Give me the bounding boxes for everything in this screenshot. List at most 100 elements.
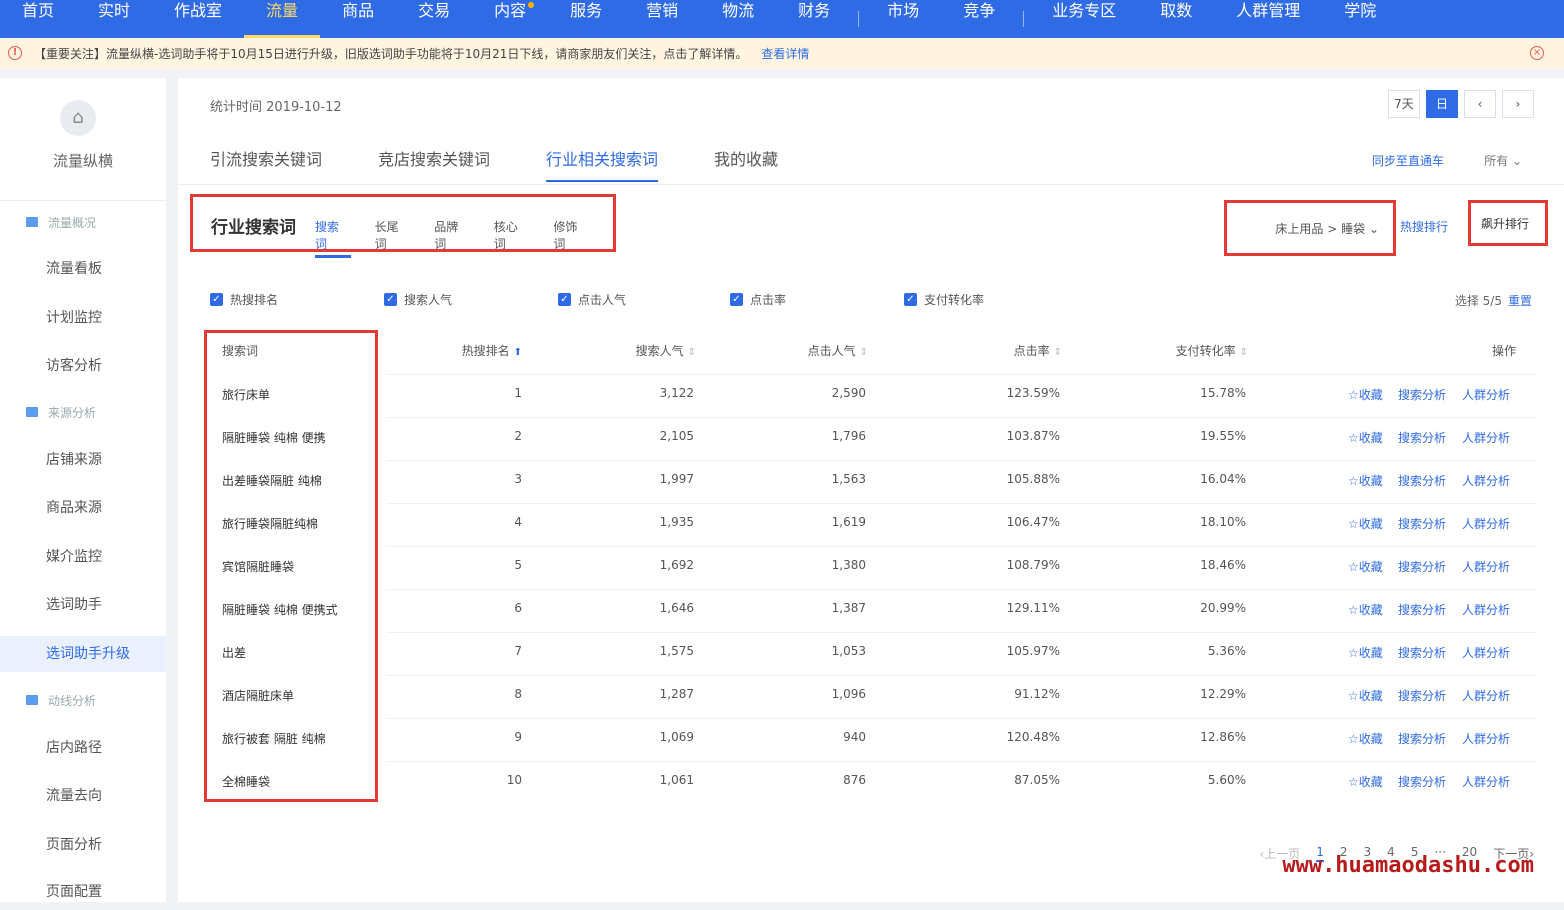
col-header-5[interactable]: 支付转化率⇕ xyxy=(1128,342,1248,359)
crowd-analysis-action[interactable]: 人群分析 xyxy=(1462,730,1510,747)
crowd-analysis-action[interactable]: 人群分析 xyxy=(1462,472,1510,489)
sidebar-item-6[interactable]: 商品来源 xyxy=(0,490,166,526)
nav-item-4[interactable]: 商品 xyxy=(320,0,396,38)
range-7d-button[interactable]: 7天 xyxy=(1388,90,1420,118)
sidebar-item-9[interactable]: 选词助手升级 xyxy=(0,636,166,672)
nav-item-8[interactable]: 营销 xyxy=(624,0,700,38)
favorite-action[interactable]: ☆收藏 xyxy=(1348,515,1383,532)
nav-item-14[interactable]: 取数 xyxy=(1138,0,1214,38)
keyword-cell[interactable]: 隔脏睡袋 纯棉 便携 xyxy=(222,429,326,446)
search-analysis-action[interactable]: 搜索分析 xyxy=(1398,472,1446,489)
keyword-cell[interactable]: 隔脏睡袋 纯棉 便携式 xyxy=(222,601,338,618)
range-day-button[interactable]: 日 xyxy=(1426,90,1458,118)
nav-item-5[interactable]: 交易 xyxy=(396,0,472,38)
nav-item-7[interactable]: 服务 xyxy=(548,0,624,38)
keyword-cell[interactable]: 全棉睡袋 xyxy=(222,773,270,790)
favorite-action[interactable]: ☆收藏 xyxy=(1348,644,1383,661)
crowd-analysis-action[interactable]: 人群分析 xyxy=(1462,687,1510,704)
col-header-3[interactable]: 点击人气⇕ xyxy=(748,342,868,359)
subtab-core[interactable]: 核心词 xyxy=(494,218,530,258)
search-analysis-action[interactable]: 搜索分析 xyxy=(1398,644,1446,661)
subtab-search-word[interactable]: 搜索词 xyxy=(315,218,351,258)
search-analysis-action[interactable]: 搜索分析 xyxy=(1398,730,1446,747)
favorite-action[interactable]: ☆收藏 xyxy=(1348,429,1383,446)
search-analysis-action[interactable]: 搜索分析 xyxy=(1398,515,1446,532)
notice-detail-link[interactable]: 查看详情 xyxy=(761,45,809,62)
crowd-analysis-action[interactable]: 人群分析 xyxy=(1462,515,1510,532)
crowd-analysis-action[interactable]: 人群分析 xyxy=(1462,386,1510,403)
col-header-1[interactable]: 热搜排名⬆ xyxy=(402,342,522,359)
keyword-cell[interactable]: 酒店隔脏床单 xyxy=(222,687,294,704)
keyword-cell[interactable]: 出差睡袋隔脏 纯棉 xyxy=(222,472,322,489)
col-header-2[interactable]: 搜索人气⇕ xyxy=(576,342,696,359)
keyword-cell[interactable]: 旅行床单 xyxy=(222,386,270,403)
nav-item-12[interactable]: 竞争 xyxy=(941,0,1017,38)
tab-industry-keywords[interactable]: 行业相关搜索词 xyxy=(546,146,658,182)
check-search-popularity[interactable]: ✓搜索人气 xyxy=(384,292,452,308)
nav-item-2[interactable]: 作战室 xyxy=(152,0,244,38)
favorite-action[interactable]: ☆收藏 xyxy=(1348,601,1383,618)
crowd-analysis-action[interactable]: 人群分析 xyxy=(1462,644,1510,661)
sidebar-item-2[interactable]: 计划监控 xyxy=(0,300,166,336)
crowd-analysis-action[interactable]: 人群分析 xyxy=(1462,429,1510,446)
search-analysis-action[interactable]: 搜索分析 xyxy=(1398,773,1446,790)
prev-date-button[interactable]: ‹ xyxy=(1464,90,1496,118)
crowd-analysis-action[interactable]: 人群分析 xyxy=(1462,558,1510,575)
crowd-analysis-action[interactable]: 人群分析 xyxy=(1462,601,1510,618)
tab-competitor-keywords[interactable]: 竞店搜索关键词 xyxy=(378,146,490,182)
tab-traffic-keywords[interactable]: 引流搜索关键词 xyxy=(210,146,322,182)
keyword-cell[interactable]: 出差 xyxy=(222,644,246,661)
sidebar-item-14[interactable]: 页面配置 xyxy=(0,874,166,910)
nav-item-6[interactable]: 内容 xyxy=(472,0,548,38)
sync-to-ztc-link[interactable]: 同步至直通车 xyxy=(1372,152,1444,169)
keyword-cell[interactable]: 旅行睡袋隔脏纯棉 xyxy=(222,515,318,532)
nav-item-0[interactable]: 首页 xyxy=(0,0,76,38)
rise-rank-button[interactable]: 飙升排行 xyxy=(1468,200,1548,246)
sidebar-item-1[interactable]: 流量看板 xyxy=(0,251,166,287)
all-dropdown[interactable]: 所有 ⌄ xyxy=(1484,152,1522,169)
search-analysis-action[interactable]: 搜索分析 xyxy=(1398,687,1446,704)
hot-rank-link[interactable]: 热搜排行 xyxy=(1400,218,1448,235)
sidebar-item-7[interactable]: 媒介监控 xyxy=(0,539,166,575)
favorite-action[interactable]: ☆收藏 xyxy=(1348,773,1383,790)
keyword-cell[interactable]: 旅行被套 隔脏 纯棉 xyxy=(222,730,326,747)
sidebar-item-12[interactable]: 流量去向 xyxy=(0,778,166,814)
favorite-action[interactable]: ☆收藏 xyxy=(1348,472,1383,489)
reset-link[interactable]: 重置 xyxy=(1508,294,1532,308)
search-analysis-action[interactable]: 搜索分析 xyxy=(1398,429,1446,446)
check-click-popularity[interactable]: ✓点击人气 xyxy=(558,292,626,308)
favorite-action[interactable]: ☆收藏 xyxy=(1348,386,1383,403)
tab-favorites[interactable]: 我的收藏 xyxy=(714,146,778,182)
subtab-brand[interactable]: 品牌词 xyxy=(434,218,470,258)
subtab-longtail[interactable]: 长尾词 xyxy=(375,218,411,258)
check-hot-rank[interactable]: ✓热搜排名 xyxy=(210,292,278,308)
close-icon[interactable]: × xyxy=(1530,46,1544,60)
nav-item-10[interactable]: 财务 xyxy=(776,0,852,38)
nav-item-9[interactable]: 物流 xyxy=(700,0,776,38)
col-header-4[interactable]: 点击率⇕ xyxy=(942,342,1062,359)
nav-item-15[interactable]: 人群管理 xyxy=(1214,0,1322,38)
sidebar-item-13[interactable]: 页面分析 xyxy=(0,827,166,863)
keyword-cell[interactable]: 宾馆隔脏睡袋 xyxy=(222,558,294,575)
favorite-action[interactable]: ☆收藏 xyxy=(1348,558,1383,575)
check-ctr[interactable]: ✓点击率 xyxy=(730,292,786,308)
sidebar-item-11[interactable]: 店内路径 xyxy=(0,730,166,766)
sidebar-item-3[interactable]: 访客分析 xyxy=(0,348,166,384)
check-cvr[interactable]: ✓支付转化率 xyxy=(904,292,984,308)
favorite-action[interactable]: ☆收藏 xyxy=(1348,730,1383,747)
search-analysis-action[interactable]: 搜索分析 xyxy=(1398,558,1446,575)
category-select[interactable]: 床上用品 > 睡袋 ⌄ xyxy=(1224,200,1396,256)
sidebar-item-5[interactable]: 店铺来源 xyxy=(0,442,166,478)
nav-item-11[interactable]: 市场 xyxy=(865,0,941,38)
nav-item-1[interactable]: 实时 xyxy=(76,0,152,38)
nav-item-16[interactable]: 学院 xyxy=(1322,0,1398,38)
search-analysis-action[interactable]: 搜索分析 xyxy=(1398,601,1446,618)
nav-item-3[interactable]: 流量 xyxy=(244,0,320,38)
sidebar-item-8[interactable]: 选词助手 xyxy=(0,587,166,623)
favorite-action[interactable]: ☆收藏 xyxy=(1348,687,1383,704)
nav-item-13[interactable]: 业务专区 xyxy=(1030,0,1138,38)
next-date-button[interactable]: › xyxy=(1502,90,1534,118)
search-analysis-action[interactable]: 搜索分析 xyxy=(1398,386,1446,403)
subtab-modifier[interactable]: 修饰词 xyxy=(553,218,589,258)
crowd-analysis-action[interactable]: 人群分析 xyxy=(1462,773,1510,790)
